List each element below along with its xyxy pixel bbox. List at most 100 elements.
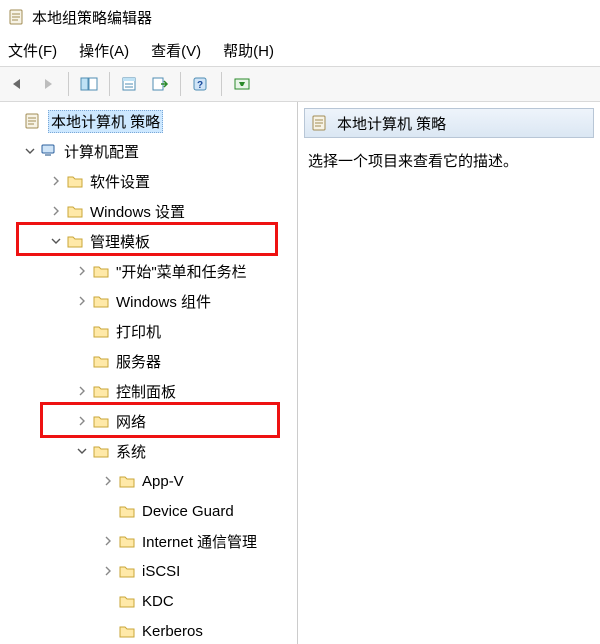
- title-bar: 本地组策略编辑器: [0, 0, 600, 34]
- expander-none: [100, 593, 116, 609]
- expander-none: [74, 353, 90, 369]
- tree-control-panel[interactable]: 控制面板: [4, 376, 295, 406]
- policy-doc-icon: [311, 114, 329, 132]
- tree-admin-templates[interactable]: 管理模板: [4, 226, 295, 256]
- folder-icon: [92, 292, 110, 310]
- tree-computer-config[interactable]: 计算机配置: [4, 136, 295, 166]
- folder-icon: [66, 202, 84, 220]
- tree-root[interactable]: 本地计算机 策略: [4, 106, 295, 136]
- folder-icon: [118, 502, 136, 520]
- menu-file[interactable]: 文件(F): [8, 40, 57, 61]
- toolbar-sep-1: [68, 72, 69, 96]
- computer-icon: [40, 142, 58, 160]
- tree-kerberos-label: Kerberos: [142, 623, 203, 640]
- tree-windows-components[interactable]: Windows 组件: [4, 286, 295, 316]
- expander-none: [74, 323, 90, 339]
- app-icon: [8, 8, 26, 26]
- chevron-right-icon[interactable]: [74, 383, 90, 399]
- chevron-right-icon[interactable]: [100, 473, 116, 489]
- folder-icon: [118, 472, 136, 490]
- tree-windows-components-label: Windows 组件: [116, 291, 211, 312]
- tree-control-panel-label: 控制面板: [116, 381, 176, 402]
- tree-software-settings-label: 软件设置: [90, 171, 150, 192]
- tree-software-settings[interactable]: 软件设置: [4, 166, 295, 196]
- folder-icon: [92, 352, 110, 370]
- tree-app-v[interactable]: App-V: [4, 466, 295, 496]
- tree-servers[interactable]: 服务器: [4, 346, 295, 376]
- policy-doc-icon: [24, 112, 42, 130]
- folder-icon: [118, 592, 136, 610]
- chevron-right-icon[interactable]: [48, 203, 64, 219]
- chevron-right-icon[interactable]: [100, 533, 116, 549]
- menu-view[interactable]: 查看(V): [151, 40, 201, 61]
- tree[interactable]: 本地计算机 策略 计算机配置 软件设置: [0, 102, 297, 644]
- toolbar: ?: [0, 66, 600, 102]
- expander-none: [100, 503, 116, 519]
- help-button[interactable]: ?: [187, 70, 215, 98]
- tree-inet-comm-label: Internet 通信管理: [142, 531, 257, 552]
- chevron-right-icon[interactable]: [48, 173, 64, 189]
- folder-icon: [66, 172, 84, 190]
- tree-iscsi[interactable]: iSCSI: [4, 556, 295, 586]
- details-pane: 本地计算机 策略 选择一个项目来查看它的描述。: [298, 102, 600, 644]
- tree-app-v-label: App-V: [142, 473, 184, 490]
- menu-help[interactable]: 帮助(H): [223, 40, 274, 61]
- chevron-right-icon[interactable]: [100, 563, 116, 579]
- tree-iscsi-label: iSCSI: [142, 563, 180, 580]
- menu-bar: 文件(F) 操作(A) 查看(V) 帮助(H): [0, 34, 600, 66]
- tree-system[interactable]: 系统: [4, 436, 295, 466]
- chevron-down-icon[interactable]: [48, 233, 64, 249]
- details-header: 本地计算机 策略: [304, 108, 594, 138]
- back-button[interactable]: [4, 70, 32, 98]
- tree-windows-settings[interactable]: Windows 设置: [4, 196, 295, 226]
- chevron-right-icon[interactable]: [74, 293, 90, 309]
- chevron-right-icon[interactable]: [74, 263, 90, 279]
- workspace: 本地计算机 策略 计算机配置 软件设置: [0, 102, 600, 644]
- tree-start-taskbar-label: "开始"菜单和任务栏: [116, 261, 247, 282]
- folder-icon: [92, 382, 110, 400]
- folder-icon: [92, 262, 110, 280]
- folder-icon: [118, 622, 136, 640]
- tree-printers[interactable]: 打印机: [4, 316, 295, 346]
- tree-device-guard-label: Device Guard: [142, 503, 234, 520]
- folder-icon: [118, 562, 136, 580]
- toolbar-sep-4: [221, 72, 222, 96]
- svg-text:?: ?: [197, 80, 203, 91]
- tree-kdc-label: KDC: [142, 593, 174, 610]
- folder-icon: [92, 322, 110, 340]
- show-hide-tree-button[interactable]: [75, 70, 103, 98]
- details-header-label: 本地计算机 策略: [337, 113, 446, 134]
- tree-servers-label: 服务器: [116, 351, 161, 372]
- forward-button[interactable]: [34, 70, 62, 98]
- filter-button[interactable]: [228, 70, 256, 98]
- tree-root-label: 本地计算机 策略: [48, 110, 163, 133]
- properties-button[interactable]: [116, 70, 144, 98]
- tree-admin-templates-label: 管理模板: [90, 231, 150, 252]
- chevron-right-icon[interactable]: [74, 413, 90, 429]
- expander-none: [100, 623, 116, 639]
- tree-printers-label: 打印机: [116, 321, 161, 342]
- export-list-button[interactable]: [146, 70, 174, 98]
- folder-icon: [92, 442, 110, 460]
- tree-network-label: 网络: [116, 411, 146, 432]
- tree-windows-settings-label: Windows 设置: [90, 201, 185, 222]
- tree-kerberos[interactable]: Kerberos: [4, 616, 295, 644]
- expander-icon: [6, 113, 22, 129]
- menu-action[interactable]: 操作(A): [79, 40, 129, 61]
- tree-computer-config-label: 计算机配置: [64, 141, 139, 162]
- tree-start-taskbar[interactable]: "开始"菜单和任务栏: [4, 256, 295, 286]
- window-title: 本地组策略编辑器: [32, 7, 152, 28]
- tree-inet-comm[interactable]: Internet 通信管理: [4, 526, 295, 556]
- tree-system-label: 系统: [116, 441, 146, 462]
- chevron-down-icon[interactable]: [22, 143, 38, 159]
- details-body: 选择一个项目来查看它的描述。: [298, 144, 600, 177]
- folder-icon: [92, 412, 110, 430]
- tree-network[interactable]: 网络: [4, 406, 295, 436]
- folder-icon: [66, 232, 84, 250]
- folder-icon: [118, 532, 136, 550]
- toolbar-sep-2: [109, 72, 110, 96]
- chevron-down-icon[interactable]: [74, 443, 90, 459]
- tree-kdc[interactable]: KDC: [4, 586, 295, 616]
- tree-device-guard[interactable]: Device Guard: [4, 496, 295, 526]
- tree-pane: 本地计算机 策略 计算机配置 软件设置: [0, 102, 298, 644]
